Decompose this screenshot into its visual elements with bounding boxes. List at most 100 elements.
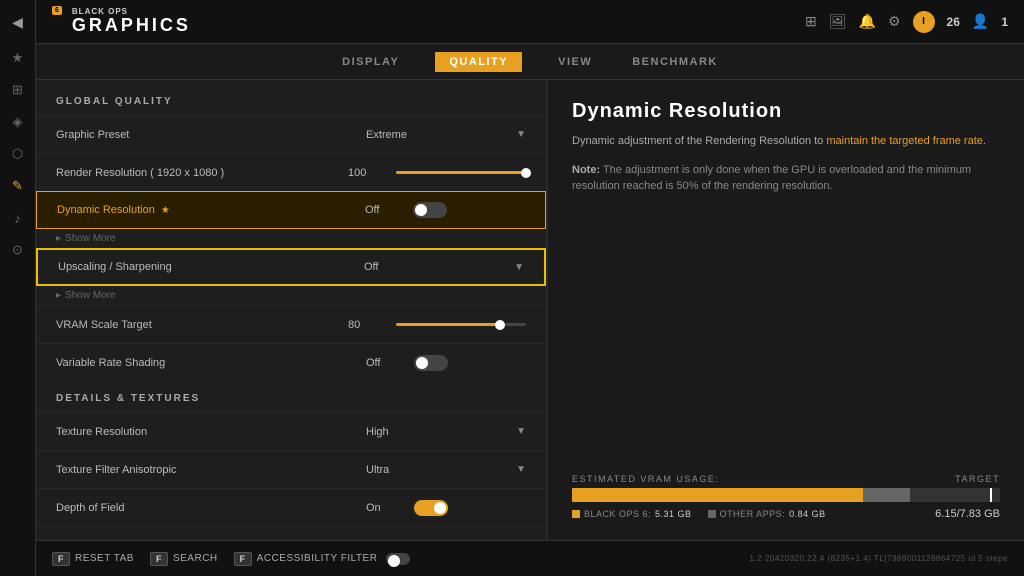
variable-rate-text: Off — [366, 357, 406, 369]
depth-of-field-value[interactable]: On — [366, 500, 526, 516]
image-icon[interactable]: 🖼 — [829, 13, 847, 30]
graphic-preset-arrow: ▼ — [516, 129, 526, 140]
back-button[interactable]: ◀ — [4, 8, 32, 36]
reset-tab-button[interactable]: F RESET TAB — [52, 552, 134, 566]
variable-rate-value[interactable]: Off — [366, 355, 526, 371]
sidebar-item-audio[interactable]: ♪ — [4, 204, 32, 232]
render-resolution-slider[interactable] — [396, 171, 526, 174]
render-resolution-text: 100 — [348, 167, 388, 179]
vram-legend-other: OTHER APPS: 0.84 GB — [708, 509, 826, 519]
bottom-bar: F RESET TAB F SEARCH F ACCESSIBILITY FIL… — [36, 540, 1024, 576]
tab-benchmark[interactable]: BENCHMARK — [628, 48, 722, 76]
variable-rate-toggle[interactable] — [414, 355, 448, 371]
detail-quality-row[interactable]: Detail Quality High ▼ — [36, 526, 546, 540]
access-key: F — [234, 552, 252, 566]
vram-scale-label: VRAM Scale Target — [56, 319, 348, 331]
reset-label: RESET TAB — [75, 553, 134, 564]
variable-rate-label: Variable Rate Shading — [56, 357, 366, 369]
game-badge: 6 — [52, 6, 62, 15]
sidebar-item-graphics[interactable]: ✎ — [4, 172, 32, 200]
bell-icon[interactable]: 🔔 — [859, 13, 876, 30]
vram-bar — [572, 488, 1000, 502]
dynamic-resolution-value[interactable]: Off — [365, 202, 525, 218]
graphic-preset-text: Extreme — [366, 129, 407, 141]
render-resolution-label: Render Resolution ( 1920 x 1080 ) — [56, 167, 348, 179]
upscaling-label: Upscaling / Sharpening — [58, 261, 364, 273]
graphic-preset-label: Graphic Preset — [56, 129, 366, 141]
search-button[interactable]: F SEARCH — [150, 552, 218, 566]
graphic-preset-value[interactable]: Extreme ▼ — [366, 129, 526, 141]
show-more-label-2: Show More — [65, 290, 116, 301]
render-resolution-value[interactable]: 100 — [348, 167, 526, 179]
search-key: F — [150, 552, 168, 566]
texture-filter-value[interactable]: Ultra ▼ — [366, 464, 526, 476]
avatar[interactable]: I — [913, 11, 935, 33]
dynamic-resolution-toggle[interactable] — [413, 202, 447, 218]
level-count: 26 — [947, 15, 960, 29]
upscaling-row[interactable]: Upscaling / Sharpening Off ▼ — [36, 248, 546, 286]
tab-quality[interactable]: QUALITY — [435, 52, 522, 72]
show-more-2[interactable]: ▸ Show More — [36, 286, 546, 305]
texture-resolution-label: Texture Resolution — [56, 426, 366, 438]
texture-resolution-text: High — [366, 426, 406, 438]
vram-scale-slider[interactable] — [396, 323, 526, 326]
show-more-label-1: Show More — [65, 233, 116, 244]
sidebar-item-accessibility[interactable]: ⊙ — [4, 236, 32, 264]
vram-scale-row[interactable]: VRAM Scale Target 80 — [36, 305, 546, 343]
render-resolution-fill — [396, 171, 526, 174]
detail-desc-link: maintain the targeted frame rate. — [826, 135, 986, 147]
accessibility-button[interactable]: F ACCESSIBILITY FILTER — [234, 552, 411, 566]
vram-bar-other-apps — [863, 488, 910, 502]
show-more-1[interactable]: ▸ Show More — [36, 229, 546, 248]
grid-icon[interactable]: ⊞ — [805, 13, 817, 30]
vram-legend-black-ops: BLACK OPS 6: 5.31 GB — [572, 509, 692, 519]
sidebar-item-store[interactable]: ⊞ — [4, 76, 32, 104]
sidebar-item-operators[interactable]: ◈ — [4, 108, 32, 136]
header-right: ⊞ 🖼 🔔 ⚙ I 26 👤 1 — [805, 11, 1008, 33]
tab-navigation: DISPLAY QUALITY VIEW BENCHMARK — [36, 44, 1024, 80]
details-textures-title: DETAILS & TEXTURES — [36, 393, 546, 412]
game-title: GRAPHICS — [72, 16, 191, 36]
vram-black-ops-value: 5.31 GB — [655, 509, 692, 519]
upscaling-value[interactable]: Off ▼ — [364, 261, 524, 273]
depth-of-field-row[interactable]: Depth of Field On — [36, 488, 546, 526]
search-label: SEARCH — [173, 553, 218, 564]
friends-count: 1 — [1001, 15, 1008, 29]
dynamic-resolution-text: Off — [365, 204, 405, 216]
texture-filter-row[interactable]: Texture Filter Anisotropic Ultra ▼ — [36, 450, 546, 488]
variable-rate-row[interactable]: Variable Rate Shading Off — [36, 343, 546, 381]
accessibility-toggle[interactable] — [386, 553, 410, 565]
note-label: Note: — [572, 164, 600, 176]
render-resolution-row[interactable]: Render Resolution ( 1920 x 1080 ) 100 — [36, 153, 546, 191]
vram-total: 6.15/7.83 GB — [935, 508, 1000, 520]
render-resolution-thumb[interactable] — [521, 168, 531, 178]
graphic-preset-row[interactable]: Graphic Preset Extreme ▼ — [36, 115, 546, 153]
tab-view[interactable]: VIEW — [554, 48, 596, 76]
vram-bar-target-line — [990, 488, 992, 502]
texture-resolution-arrow: ▼ — [516, 426, 526, 437]
vram-section: ESTIMATED VRAM USAGE: TARGET BLACK OPS 6… — [572, 458, 1000, 520]
access-label: ACCESSIBILITY FILTER — [257, 553, 378, 564]
dynamic-resolution-row[interactable]: Dynamic Resolution ★ Off — [36, 191, 546, 229]
upscaling-arrow: ▼ — [514, 262, 524, 273]
texture-resolution-value[interactable]: High ▼ — [366, 426, 526, 438]
header-logo: BLACK OPS GRAPHICS — [72, 8, 191, 36]
dynamic-resolution-label: Dynamic Resolution ★ — [57, 204, 365, 216]
vram-dot-other — [708, 510, 716, 518]
texture-resolution-row[interactable]: Texture Resolution High ▼ — [36, 412, 546, 450]
detail-note: Note: The adjustment is only done when t… — [572, 162, 1000, 195]
vram-scale-thumb[interactable] — [495, 320, 505, 330]
vram-scale-value[interactable]: 80 — [348, 319, 526, 331]
friends-icon[interactable]: 👤 — [972, 13, 989, 30]
tab-display[interactable]: DISPLAY — [338, 48, 403, 76]
version-text: 1.2 20420320.22.4 (8235+1.4) TL[73880011… — [749, 554, 1008, 563]
depth-of-field-toggle[interactable] — [414, 500, 448, 516]
show-more-arrow-1: ▸ — [56, 233, 61, 244]
texture-filter-arrow: ▼ — [516, 464, 526, 475]
upscaling-text: Off — [364, 261, 404, 273]
sidebar-item-favorites[interactable]: ★ — [4, 44, 32, 72]
vram-other-value: 0.84 GB — [789, 509, 826, 519]
gear-icon[interactable]: ⚙ — [888, 13, 901, 30]
sidebar-item-game[interactable]: ⬡ — [4, 140, 32, 168]
depth-of-field-label: Depth of Field — [56, 502, 366, 514]
